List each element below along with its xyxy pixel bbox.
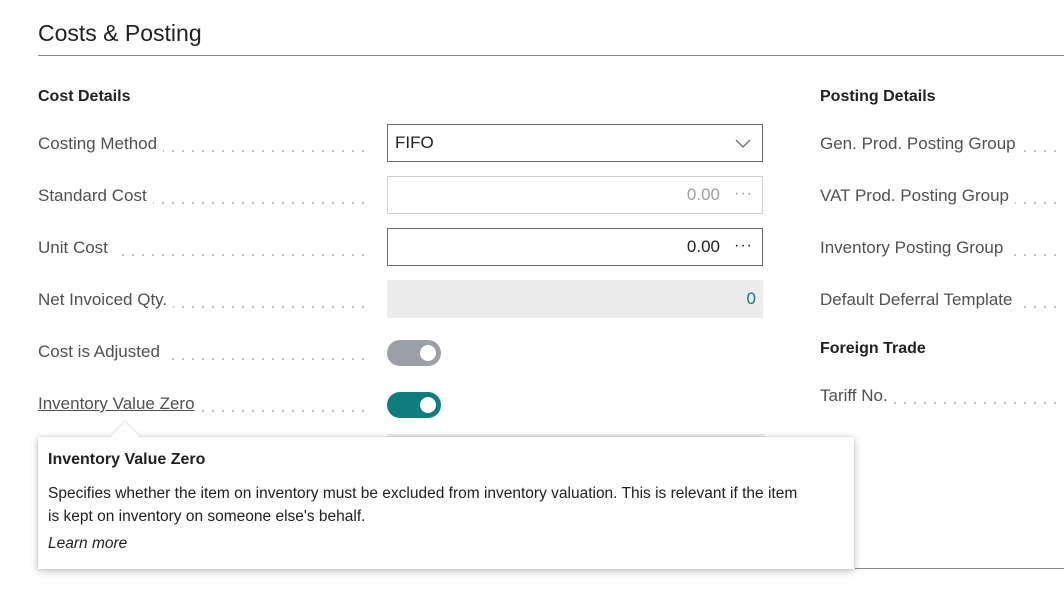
inventory-value-zero-row: Inventory Value Zero <box>38 384 764 424</box>
vat-prod-posting-group-label: VAT Prod. Posting Group <box>820 176 1064 216</box>
gen-prod-posting-group-label: Gen. Prod. Posting Group <box>820 124 1064 164</box>
page-title: Costs & Posting <box>38 20 202 46</box>
costing-method-row: Costing Method FIFO <box>38 124 764 164</box>
tariff-no-label: Tariff No. <box>820 376 1064 416</box>
toggle-knob <box>420 345 436 361</box>
standard-cost-label: Standard Cost <box>38 176 372 216</box>
foreign-trade-heading: Foreign Trade <box>820 340 926 357</box>
default-deferral-template-label: Default Deferral Template <box>820 280 1064 320</box>
cost-is-adjusted-row: Cost is Adjusted <box>38 332 764 372</box>
toggle-knob <box>420 397 436 413</box>
ellipsis-icon[interactable]: ··· <box>734 177 753 211</box>
unit-cost-value: 0.00 <box>686 237 720 256</box>
ellipsis-icon[interactable]: ··· <box>734 229 753 263</box>
unit-cost-label: Unit Cost <box>38 228 372 268</box>
unit-cost-row: Unit Cost 0.00 ··· <box>38 228 764 268</box>
cost-is-adjusted-toggle[interactable] <box>387 340 441 366</box>
inventory-value-zero-label[interactable]: Inventory Value Zero <box>38 384 372 424</box>
costing-method-label: Costing Method <box>38 124 372 164</box>
unit-cost-input[interactable]: 0.00 ··· <box>387 228 763 266</box>
chevron-down-icon <box>735 139 751 148</box>
inventory-posting-group-row: Inventory Posting Group <box>820 228 1064 268</box>
learn-more-link[interactable]: Learn more <box>48 535 844 553</box>
posting-details-heading: Posting Details <box>820 88 936 105</box>
field-tooltip: Inventory Value Zero Specifies whether t… <box>38 437 854 569</box>
net-invoiced-qty-field[interactable]: 0 <box>387 280 763 318</box>
title-divider <box>38 55 1064 56</box>
inventory-posting-group-label: Inventory Posting Group <box>820 228 1064 268</box>
section-divider <box>855 568 1064 569</box>
tooltip-title: Inventory Value Zero <box>48 451 206 468</box>
vat-prod-posting-group-row: VAT Prod. Posting Group <box>820 176 1064 216</box>
net-invoiced-qty-row: Net Invoiced Qty. 0 <box>38 280 764 320</box>
costing-method-select[interactable]: FIFO <box>387 124 763 162</box>
standard-cost-value: 0.00 <box>686 185 720 204</box>
default-deferral-template-row: Default Deferral Template <box>820 280 1064 320</box>
standard-cost-row: Standard Cost 0.00 ··· <box>38 176 764 216</box>
cost-details-heading: Cost Details <box>38 88 131 105</box>
inventory-value-zero-toggle[interactable] <box>387 392 441 418</box>
cost-is-adjusted-label: Cost is Adjusted <box>38 332 372 372</box>
net-invoiced-qty-label: Net Invoiced Qty. <box>38 280 372 320</box>
costing-method-value: FIFO <box>395 133 434 152</box>
tariff-no-row: Tariff No. <box>820 376 1064 416</box>
standard-cost-input[interactable]: 0.00 ··· <box>387 176 763 214</box>
tooltip-arrow-cover <box>108 437 142 449</box>
gen-prod-posting-group-row: Gen. Prod. Posting Group <box>820 124 1064 164</box>
net-invoiced-qty-value[interactable]: 0 <box>747 280 756 318</box>
tooltip-body: Specifies whether the item on inventory … <box>48 485 798 525</box>
